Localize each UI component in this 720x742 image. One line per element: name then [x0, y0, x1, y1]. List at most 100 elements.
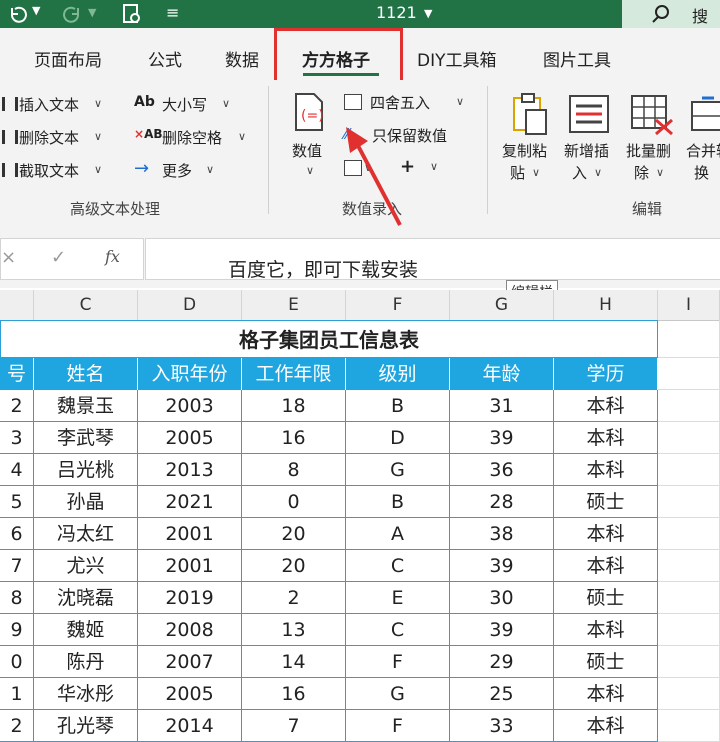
cell-level[interactable]: B	[346, 486, 450, 518]
cell-level[interactable]: C	[346, 550, 450, 582]
header-cell-id[interactable]: 号	[0, 358, 34, 390]
cell-education[interactable]: 本科	[554, 390, 658, 422]
cell-level[interactable]: A	[346, 518, 450, 550]
cell-education[interactable]: 本科	[554, 550, 658, 582]
cell-id[interactable]: 2	[0, 390, 34, 422]
copy-paste-button[interactable]: 复制粘 贴 ∨	[500, 90, 558, 185]
redo-icon[interactable]	[62, 4, 84, 24]
empty-cell[interactable]	[658, 614, 720, 646]
empty-cell[interactable]	[658, 320, 720, 358]
file-name-dropdown-icon[interactable]: ▼	[424, 7, 432, 20]
merge-convert-button[interactable]: 合并转 换	[684, 90, 720, 185]
formula-input[interactable]: 百度它，即可下载安装	[145, 238, 720, 281]
cell-id[interactable]: 1	[0, 678, 34, 710]
tab-data[interactable]: 数据	[225, 46, 259, 71]
cell-name[interactable]: 李武琴	[34, 422, 138, 454]
cell-id[interactable]: 2	[0, 710, 34, 742]
cell-age[interactable]: 39	[450, 422, 554, 454]
cell-join-year[interactable]: 2001	[138, 518, 242, 550]
customize-toolbar-icon[interactable]: ≡	[166, 3, 179, 22]
cell-join-year[interactable]: 2019	[138, 582, 242, 614]
confirm-icon[interactable]: ✓	[51, 247, 66, 268]
cell-age[interactable]: 36	[450, 454, 554, 486]
search-box[interactable]: 搜索	[622, 0, 720, 50]
cell-id[interactable]: 8	[0, 582, 34, 614]
empty-cell[interactable]	[658, 358, 720, 390]
cell-age[interactable]: 39	[450, 614, 554, 646]
cell-level[interactable]: C	[346, 614, 450, 646]
cell-level[interactable]: B	[346, 390, 450, 422]
cell-education[interactable]: 本科	[554, 454, 658, 486]
cell-work-years[interactable]: 16	[242, 678, 346, 710]
cell-join-year[interactable]: 2005	[138, 422, 242, 454]
cell-join-year[interactable]: 2013	[138, 454, 242, 486]
cell-work-years[interactable]: 2	[242, 582, 346, 614]
cell-name[interactable]: 沈晓磊	[34, 582, 138, 614]
tab-diy-toolbox[interactable]: DIY工具箱	[417, 46, 497, 71]
column-header-c[interactable]: C	[34, 290, 138, 320]
tab-page-layout[interactable]: 页面布局	[34, 46, 102, 71]
tab-formulas[interactable]: 公式	[148, 46, 182, 71]
cell-name[interactable]: 吕光桃	[34, 454, 138, 486]
column-header-i[interactable]: I	[658, 290, 720, 320]
cell-age[interactable]: 39	[450, 550, 554, 582]
cell-id[interactable]: 3	[0, 422, 34, 454]
cell-level[interactable]: G	[346, 678, 450, 710]
empty-cell[interactable]	[658, 486, 720, 518]
cell-education[interactable]: 本科	[554, 678, 658, 710]
empty-cell[interactable]	[658, 710, 720, 742]
header-cell-level[interactable]: 级别	[346, 358, 450, 390]
header-cell-join-year[interactable]: 入职年份	[138, 358, 242, 390]
cell-education[interactable]: 本科	[554, 422, 658, 454]
cancel-icon[interactable]: ×	[1, 247, 16, 268]
cell-age[interactable]: 28	[450, 486, 554, 518]
cell-age[interactable]: 31	[450, 390, 554, 422]
cell-id[interactable]: 7	[0, 550, 34, 582]
column-header-h[interactable]: H	[554, 290, 658, 320]
cell-join-year[interactable]: 2014	[138, 710, 242, 742]
redo-dropdown-icon[interactable]: ▼	[88, 6, 96, 19]
undo-dropdown-icon[interactable]: ▼	[32, 4, 40, 17]
cell-name[interactable]: 魏景玉	[34, 390, 138, 422]
empty-cell[interactable]	[658, 518, 720, 550]
cell-name[interactable]: 陈丹	[34, 646, 138, 678]
insert-new-button[interactable]: 新增插 入 ∨	[562, 90, 620, 185]
cell-work-years[interactable]: 16	[242, 422, 346, 454]
empty-cell[interactable]	[658, 550, 720, 582]
cell-work-years[interactable]: 13	[242, 614, 346, 646]
cell-education[interactable]: 硕士	[554, 646, 658, 678]
cell-name[interactable]: 魏姬	[34, 614, 138, 646]
cell-name[interactable]: 孔光琴	[34, 710, 138, 742]
header-cell-age[interactable]: 年龄	[450, 358, 554, 390]
header-cell-name[interactable]: 姓名	[34, 358, 138, 390]
cell-id[interactable]: 0	[0, 646, 34, 678]
cell-id[interactable]: 9	[0, 614, 34, 646]
empty-cell[interactable]	[658, 646, 720, 678]
cell-level[interactable]: F	[346, 710, 450, 742]
tab-picture-tools[interactable]: 图片工具	[543, 46, 611, 71]
cell-education[interactable]: 本科	[554, 518, 658, 550]
cell-join-year[interactable]: 2021	[138, 486, 242, 518]
cell-education[interactable]: 硕士	[554, 486, 658, 518]
cell-name[interactable]: 孙晶	[34, 486, 138, 518]
cell-id[interactable]: 5	[0, 486, 34, 518]
cell-join-year[interactable]: 2007	[138, 646, 242, 678]
cell-level[interactable]: E	[346, 582, 450, 614]
cell-level[interactable]: G	[346, 454, 450, 486]
empty-cell[interactable]	[658, 582, 720, 614]
cell-age[interactable]: 38	[450, 518, 554, 550]
cell-work-years[interactable]: 7	[242, 710, 346, 742]
column-header-g[interactable]: G	[450, 290, 554, 320]
cell-age[interactable]: 25	[450, 678, 554, 710]
cell-work-years[interactable]: 20	[242, 518, 346, 550]
cell-name[interactable]: 冯太红	[34, 518, 138, 550]
cell-id[interactable]: 4	[0, 454, 34, 486]
cell-name[interactable]: 尤兴	[34, 550, 138, 582]
cell-work-years[interactable]: 18	[242, 390, 346, 422]
empty-cell[interactable]	[658, 678, 720, 710]
batch-delete-button[interactable]: 批量删 除 ∨	[624, 90, 682, 185]
cell-name[interactable]: 华冰彤	[34, 678, 138, 710]
cell-work-years[interactable]: 14	[242, 646, 346, 678]
cell-work-years[interactable]: 0	[242, 486, 346, 518]
cell-education[interactable]: 硕士	[554, 582, 658, 614]
